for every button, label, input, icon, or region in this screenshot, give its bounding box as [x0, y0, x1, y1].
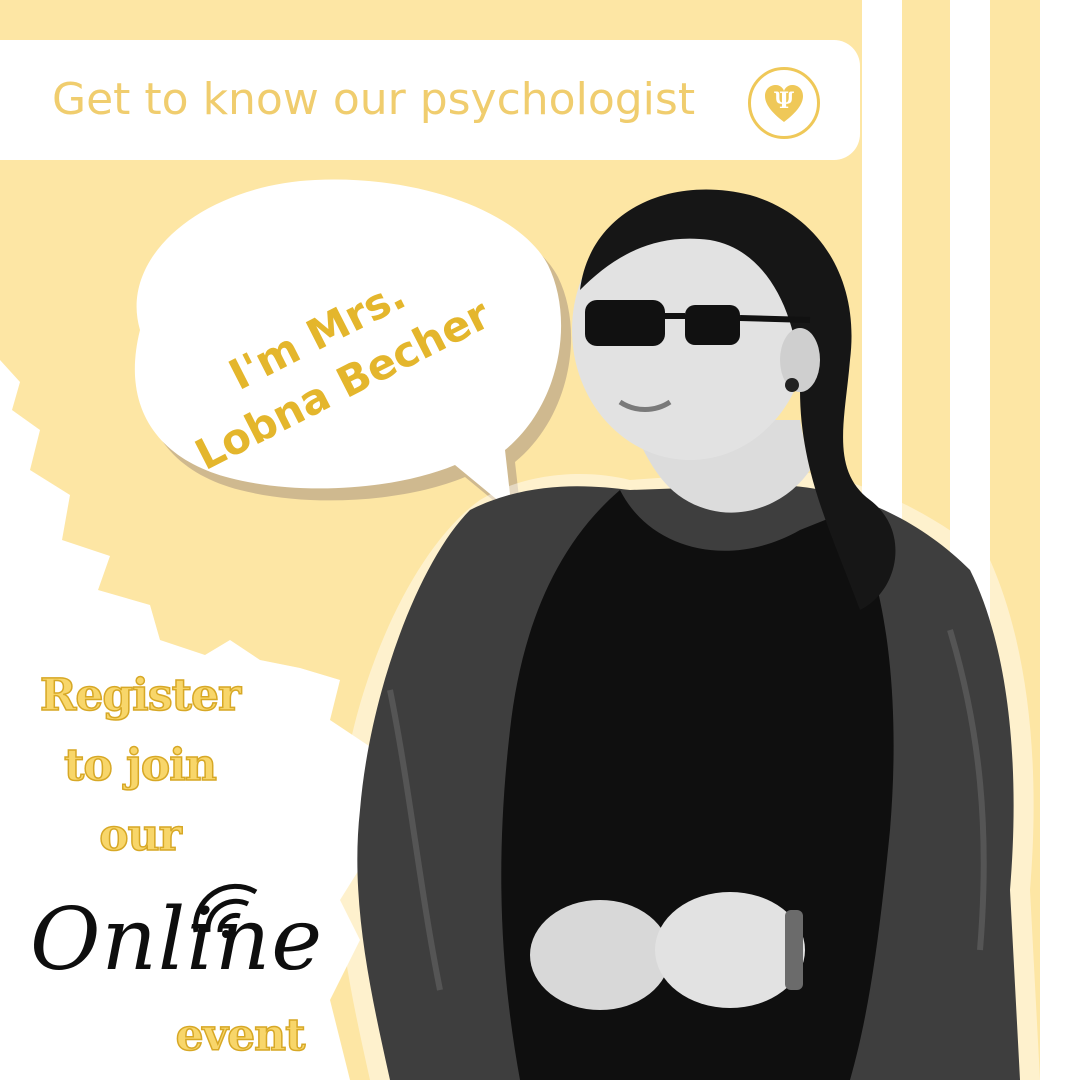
- cta-event: event: [175, 1009, 306, 1062]
- cta-to-join: to join: [63, 739, 217, 792]
- wifi-signal-icon: [193, 883, 258, 938]
- poster: Get to know our psychologist Ψ I'm Mrs. …: [0, 0, 1080, 1080]
- cta-our: our: [98, 809, 182, 862]
- person-photo: [337, 189, 1040, 1080]
- cta-register: Register: [39, 669, 242, 722]
